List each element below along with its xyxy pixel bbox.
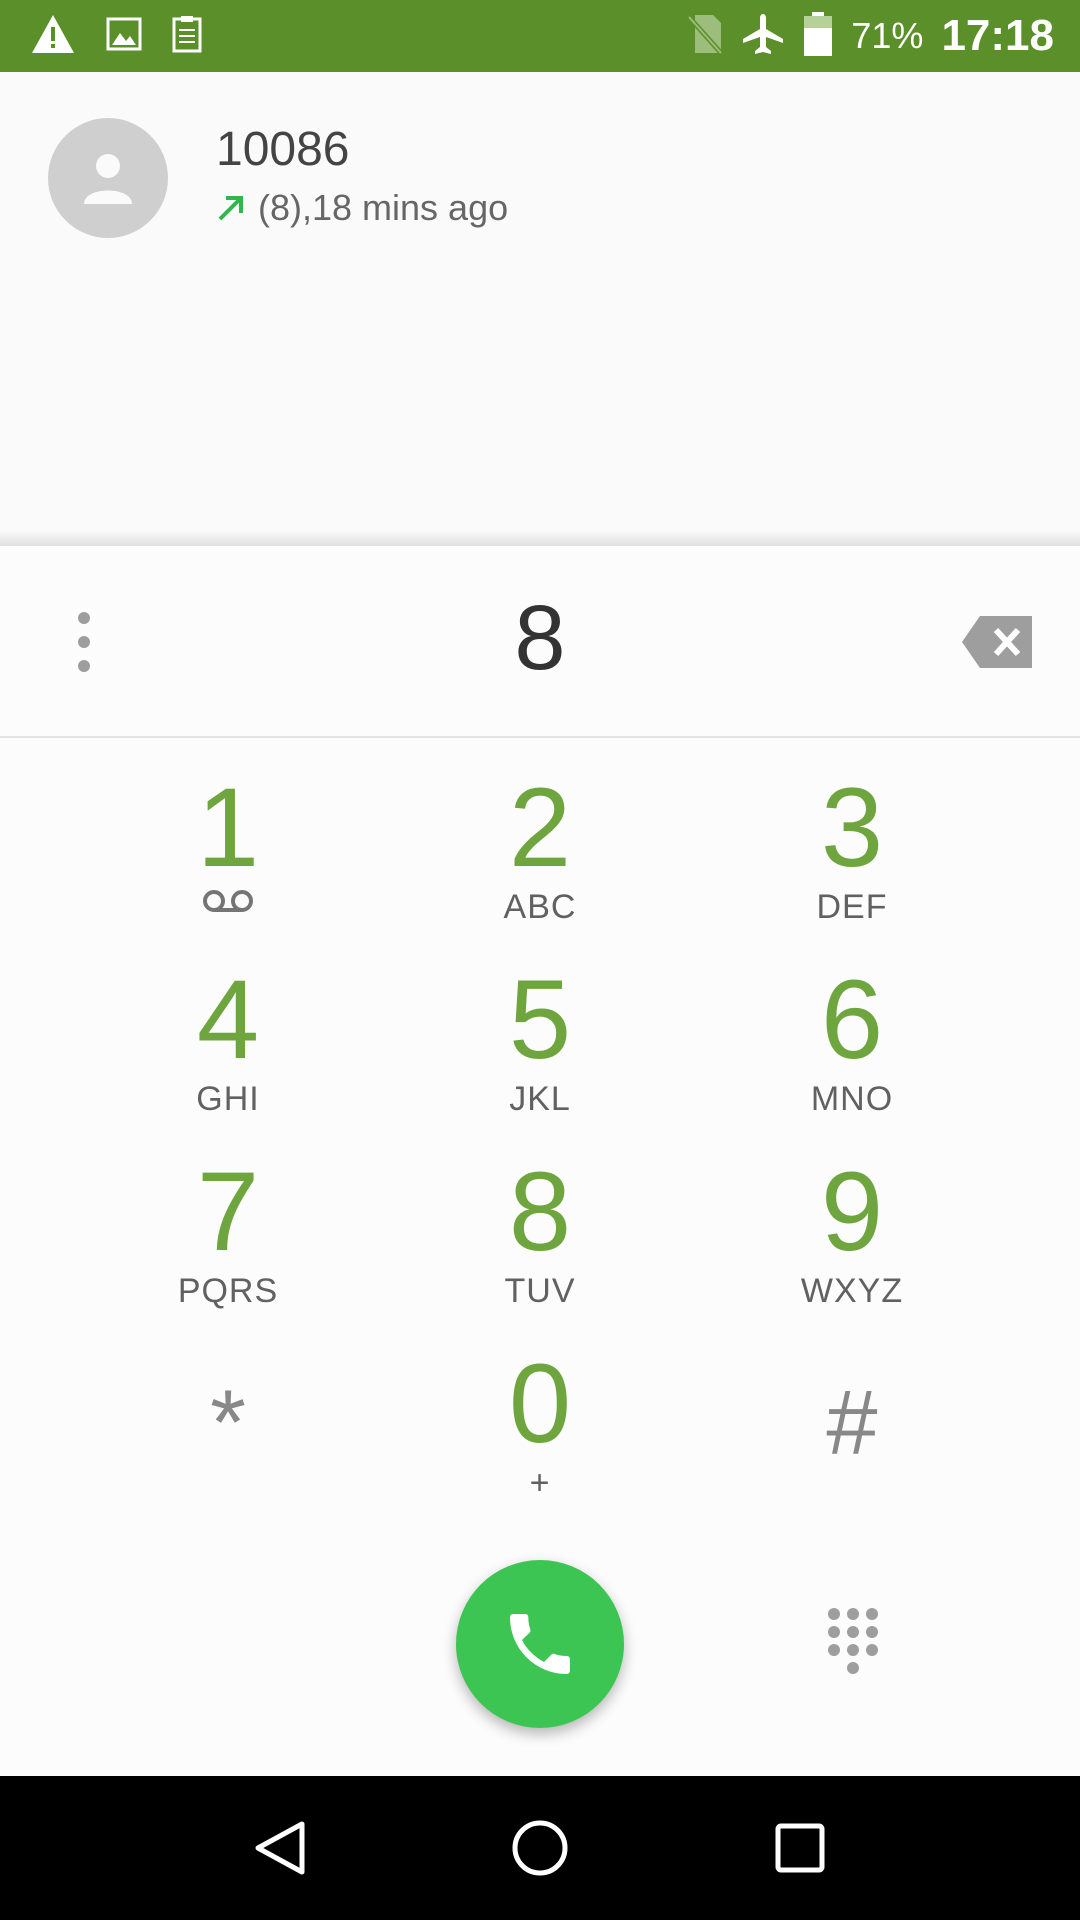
key-letters: TUV [504,1272,576,1310]
no-sim-icon [687,13,724,60]
key-pound[interactable]: # [732,1348,972,1528]
home-icon [512,1820,568,1876]
key-symbol: * [210,1372,246,1474]
key-letters: PQRS [177,1272,279,1310]
key-digit: 3 [820,765,884,890]
key-letters: JKL [509,1080,571,1118]
key-digit: 1 [196,765,260,890]
backspace-icon[interactable] [960,614,1034,675]
log-icon [172,15,202,58]
back-button[interactable] [235,1803,325,1893]
key-2[interactable]: 2 ABC [420,772,660,952]
recents-icon [775,1823,825,1873]
key-letters: GHI [196,1080,260,1118]
key-4[interactable]: 4 GHI [108,964,348,1144]
voicemail-icon [108,888,348,919]
key-9[interactable]: 9 WXYZ [732,1156,972,1336]
home-button[interactable] [495,1803,585,1893]
key-digit: 0 [508,1341,572,1466]
suggested-contact[interactable]: 10086 (8),18 mins ago [48,118,508,238]
divider [0,530,1080,546]
call-meta: (8),18 mins ago [258,187,509,228]
key-5[interactable]: 5 JKL [420,964,660,1144]
contact-number: 10086 [216,123,350,176]
navigation-bar [0,1776,1080,1920]
key-digit: 7 [196,1149,260,1274]
key-digit: 6 [820,957,884,1082]
battery-percentage: 71% [851,15,924,56]
recents-button[interactable] [755,1803,845,1893]
call-suggestions: 10086 (8),18 mins ago [0,72,1080,545]
key-digit: 9 [820,1149,884,1274]
dialpad-toggle-icon[interactable] [826,1606,880,1678]
airplane-icon [741,12,785,61]
outgoing-call-icon [218,196,243,221]
key-digit: 5 [508,957,572,1082]
call-button[interactable] [456,1560,624,1728]
avatar [48,118,168,238]
key-digit: 2 [508,765,572,890]
key-6[interactable]: 6 MNO [732,964,972,1144]
key-symbol: # [826,1372,878,1474]
warning-icon [30,13,76,60]
digits-row: 8 [0,546,1080,738]
image-icon [106,17,142,56]
key-0[interactable]: 0 + [420,1348,660,1528]
back-icon [255,1821,305,1875]
key-letters: + [529,1464,551,1502]
entered-digits[interactable]: 8 [0,586,1080,691]
key-letters: ABC [503,888,577,926]
key-letters: DEF [816,888,888,926]
key-letters: MNO [810,1080,894,1118]
key-3[interactable]: 3 DEF [732,772,972,952]
key-letters: WXYZ [800,1272,904,1310]
clock: 17:18 [941,11,1054,60]
battery-icon [803,11,833,62]
key-8[interactable]: 8 TUV [420,1156,660,1336]
key-star[interactable]: * [108,1348,348,1528]
person-icon [84,154,132,204]
key-digit: 8 [508,1149,572,1274]
phone-icon [510,1614,570,1674]
key-digit: 4 [196,957,260,1082]
key-7[interactable]: 7 PQRS [108,1156,348,1336]
status-bar: 71% 17:18 [0,0,1080,72]
key-1[interactable]: 1 [108,772,348,952]
